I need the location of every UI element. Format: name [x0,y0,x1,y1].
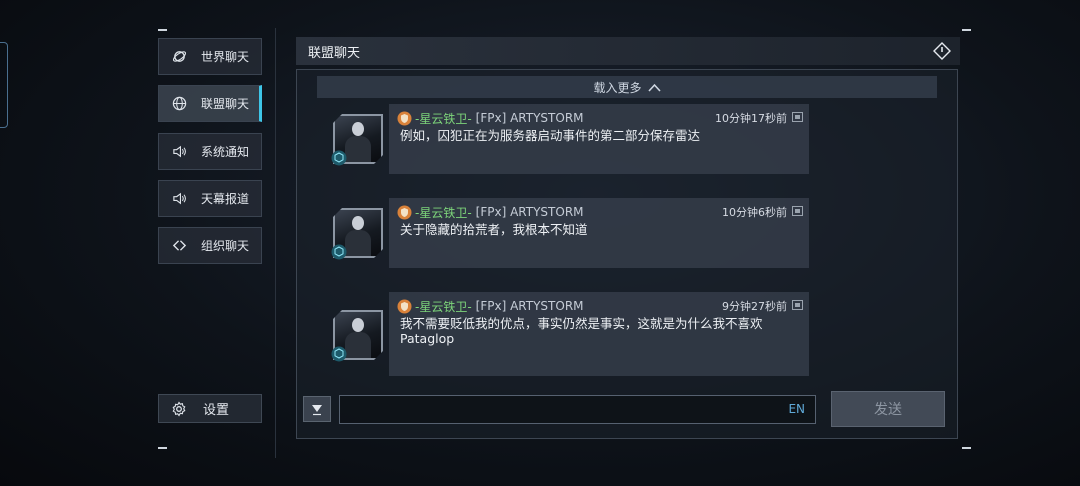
corner-mark [962,447,971,449]
sidebar-item-label: 世界聊天 [201,50,250,64]
send-button[interactable]: 发送 [831,391,945,427]
load-more-button[interactable]: 载入更多 [317,76,937,98]
sidebar-divider [275,28,276,458]
sidebar-item-label: 联盟聊天 [201,97,250,111]
message-text: 例如，囚犯正在为服务器启动事件的第二部分保存雷达 [400,128,701,143]
corner-mark [962,29,971,31]
sidebar-item-sky-report[interactable]: 天幕报道 [158,180,262,217]
corner-mark [158,29,167,31]
speaker-icon [171,144,187,160]
message-text: 关于隐藏的拾荒者，我根本不知道 [400,222,588,237]
shield-emblem-icon [397,205,412,219]
speaker-icon [171,191,187,207]
message-text: 我不需要贬低我的优点，事实仍然是事实，这就是为什么我不喜欢Pataglop [400,316,763,346]
gear-icon [172,401,186,416]
report-icon[interactable] [792,112,803,122]
panel-header: 联盟聊天 [296,37,960,65]
sidebar-item-org-chat[interactable]: 组织聊天 [158,227,262,264]
guild-name: -星云铁卫- [415,205,472,220]
cube-badge-icon [331,150,347,166]
message-bubble[interactable]: -星云铁卫- [FPx] ARTYSTORM 10分钟17秒前 例如，囚犯正在为… [389,104,809,174]
message-time: 10分钟17秒前 [715,112,787,125]
language-toggle[interactable]: EN [788,402,805,416]
load-more-label: 载入更多 [593,80,642,95]
message-input[interactable] [346,400,770,421]
chevrons-icon [171,238,187,254]
settings-label: 设置 [203,403,230,418]
guild-name: -星云铁卫- [415,111,472,126]
chevron-up-icon [647,83,661,92]
globe-icon [171,96,187,112]
chat-message: -星云铁卫- [FPx] ARTYSTORM 10分钟6秒前 关于隐藏的拾荒者，… [297,198,959,268]
shield-emblem-icon [397,299,412,313]
cube-badge-icon [331,244,347,260]
shield-emblem-icon [397,111,412,125]
settings-button[interactable]: 设置 [158,394,262,423]
report-icon[interactable] [792,206,803,216]
sidebar-item-world-chat[interactable]: 世界聊天 [158,38,262,75]
chat-message: -星云铁卫- [FPx] ARTYSTORM 9分钟27秒前 我不需要贬低我的优… [297,292,959,376]
sidebar-item-system-notice[interactable]: 系统通知 [158,133,262,170]
message-bubble[interactable]: -星云铁卫- [FPx] ARTYSTORM 9分钟27秒前 我不需要贬低我的优… [389,292,809,376]
page-title: 联盟聊天 [308,45,361,61]
message-time: 9分钟27秒前 [722,300,787,313]
username[interactable]: [FPx] ARTYSTORM [476,205,584,219]
expand-button[interactable] [303,396,331,422]
guild-name: -星云铁卫- [415,299,472,314]
username[interactable]: [FPx] ARTYSTORM [476,299,584,313]
message-bubble[interactable]: -星云铁卫- [FPx] ARTYSTORM 10分钟6秒前 关于隐藏的拾荒者，… [389,198,809,268]
sidebar-item-label: 天幕报道 [201,192,250,206]
globe-orbit-icon [171,49,187,65]
exit-icon[interactable] [932,41,952,61]
chat-panel[interactable]: 载入更多 -星云铁卫- [FPx] ARTYSTORM 10分钟17秒前 例如，… [296,69,958,439]
sidebar-item-label: 系统通知 [201,145,250,159]
sidebar-item-label: 组织聊天 [201,239,250,253]
cube-badge-icon [331,346,347,362]
report-icon[interactable] [792,300,803,310]
message-input-box[interactable]: EN [339,395,816,424]
side-edge-tab[interactable] [0,42,8,128]
chat-message: -星云铁卫- [FPx] ARTYSTORM 10分钟17秒前 例如，囚犯正在为… [297,104,959,174]
corner-mark [158,447,167,449]
username[interactable]: [FPx] ARTYSTORM [476,111,584,125]
triangle-down-icon [312,405,322,416]
sidebar-item-alliance-chat[interactable]: 联盟聊天 [158,85,262,122]
message-time: 10分钟6秒前 [722,206,787,219]
